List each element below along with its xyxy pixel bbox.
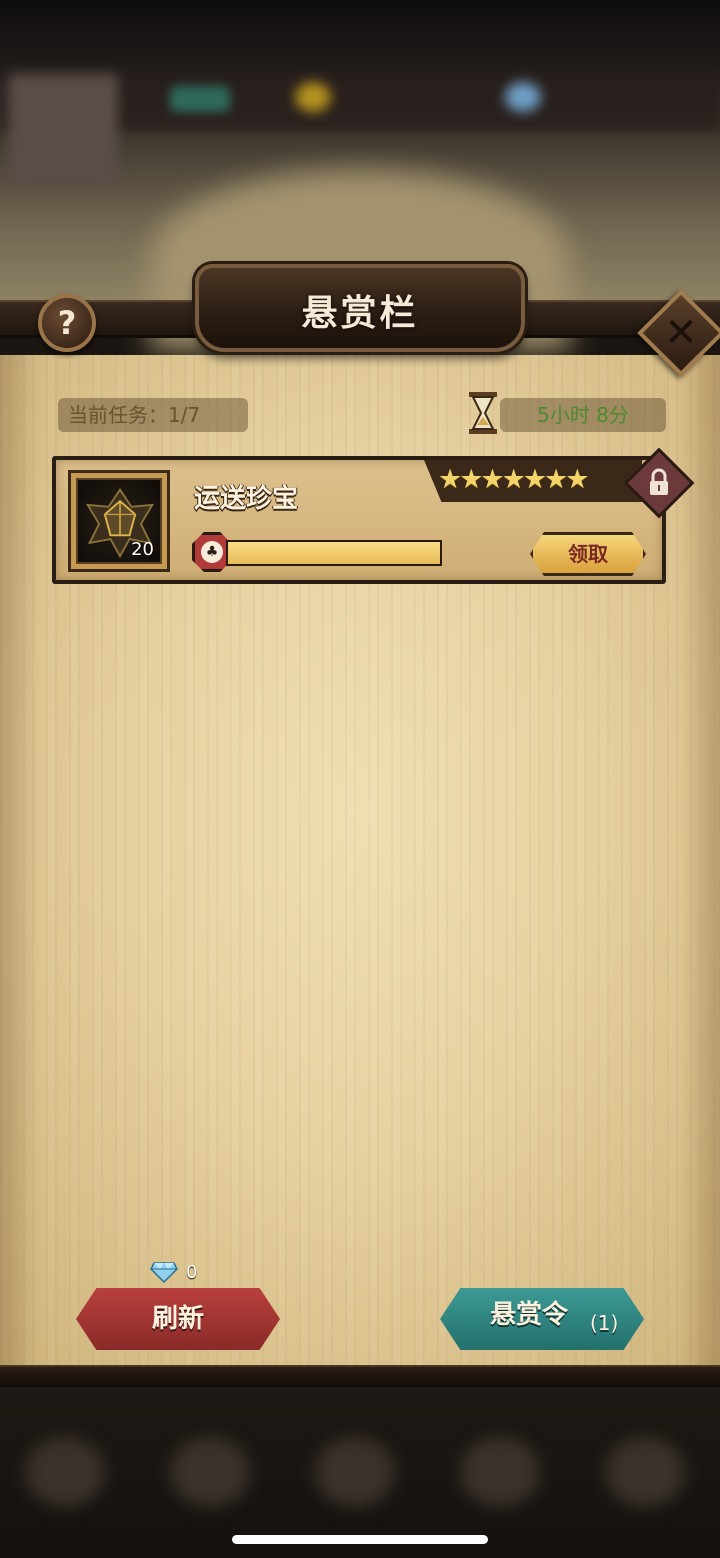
blurred-gold-icon <box>295 82 331 112</box>
blurred-gem-icon <box>505 82 541 112</box>
nav-slot-5 <box>605 1437 685 1507</box>
refresh-button[interactable]: 刷新 <box>76 1288 280 1350</box>
time-remaining: 5小时 8分 <box>500 398 666 432</box>
bottom-nav-blurred <box>0 1387 720 1558</box>
page-title: 悬赏栏 <box>301 293 419 334</box>
lock-icon <box>650 468 668 495</box>
blurred-avatar <box>8 74 118 184</box>
current-task-count: 当前任务：1/7 <box>58 398 248 432</box>
bounty-order-label: 悬赏令 <box>490 1300 569 1330</box>
claim-button[interactable]: 领取 <box>530 532 646 576</box>
progress-badge-emblem: ♣ <box>201 541 223 563</box>
reward-item: 20 <box>76 478 162 564</box>
reward-item-count: 20 <box>131 539 154 560</box>
blurred-resource <box>170 86 230 112</box>
reward-item-slot[interactable]: 20 <box>68 470 170 572</box>
nav-slot-3 <box>315 1437 395 1507</box>
gem-cost: 0 <box>150 1258 197 1286</box>
task-count-label: 当前任务： <box>68 403 168 427</box>
header-banner: 悬赏栏 <box>0 260 720 370</box>
close-icon: ✕ <box>664 310 698 356</box>
nav-slot-2 <box>170 1437 250 1507</box>
bounty-order-button[interactable]: 悬赏令 (1) <box>440 1288 644 1350</box>
diamond-icon <box>150 1262 178 1283</box>
gem-count-value: 0 <box>186 1261 198 1283</box>
star-rating: ★★★★★★★ <box>438 464 589 495</box>
bounty-order-count: (1) <box>590 1311 619 1335</box>
bottom-rail <box>0 1365 720 1387</box>
task-progress-fill <box>228 542 440 564</box>
task-count-value: 1/7 <box>168 403 201 427</box>
panel-edge-left <box>0 355 40 1370</box>
hourglass-icon <box>469 392 497 434</box>
task-name: 运送珍宝 <box>194 484 299 514</box>
panel-edge-right <box>680 355 720 1370</box>
home-indicator[interactable] <box>232 1535 488 1544</box>
nav-slot-1 <box>25 1437 105 1507</box>
nav-slot-4 <box>460 1437 540 1507</box>
task-progress-bar <box>226 540 442 566</box>
help-button[interactable]: ? <box>38 294 96 352</box>
